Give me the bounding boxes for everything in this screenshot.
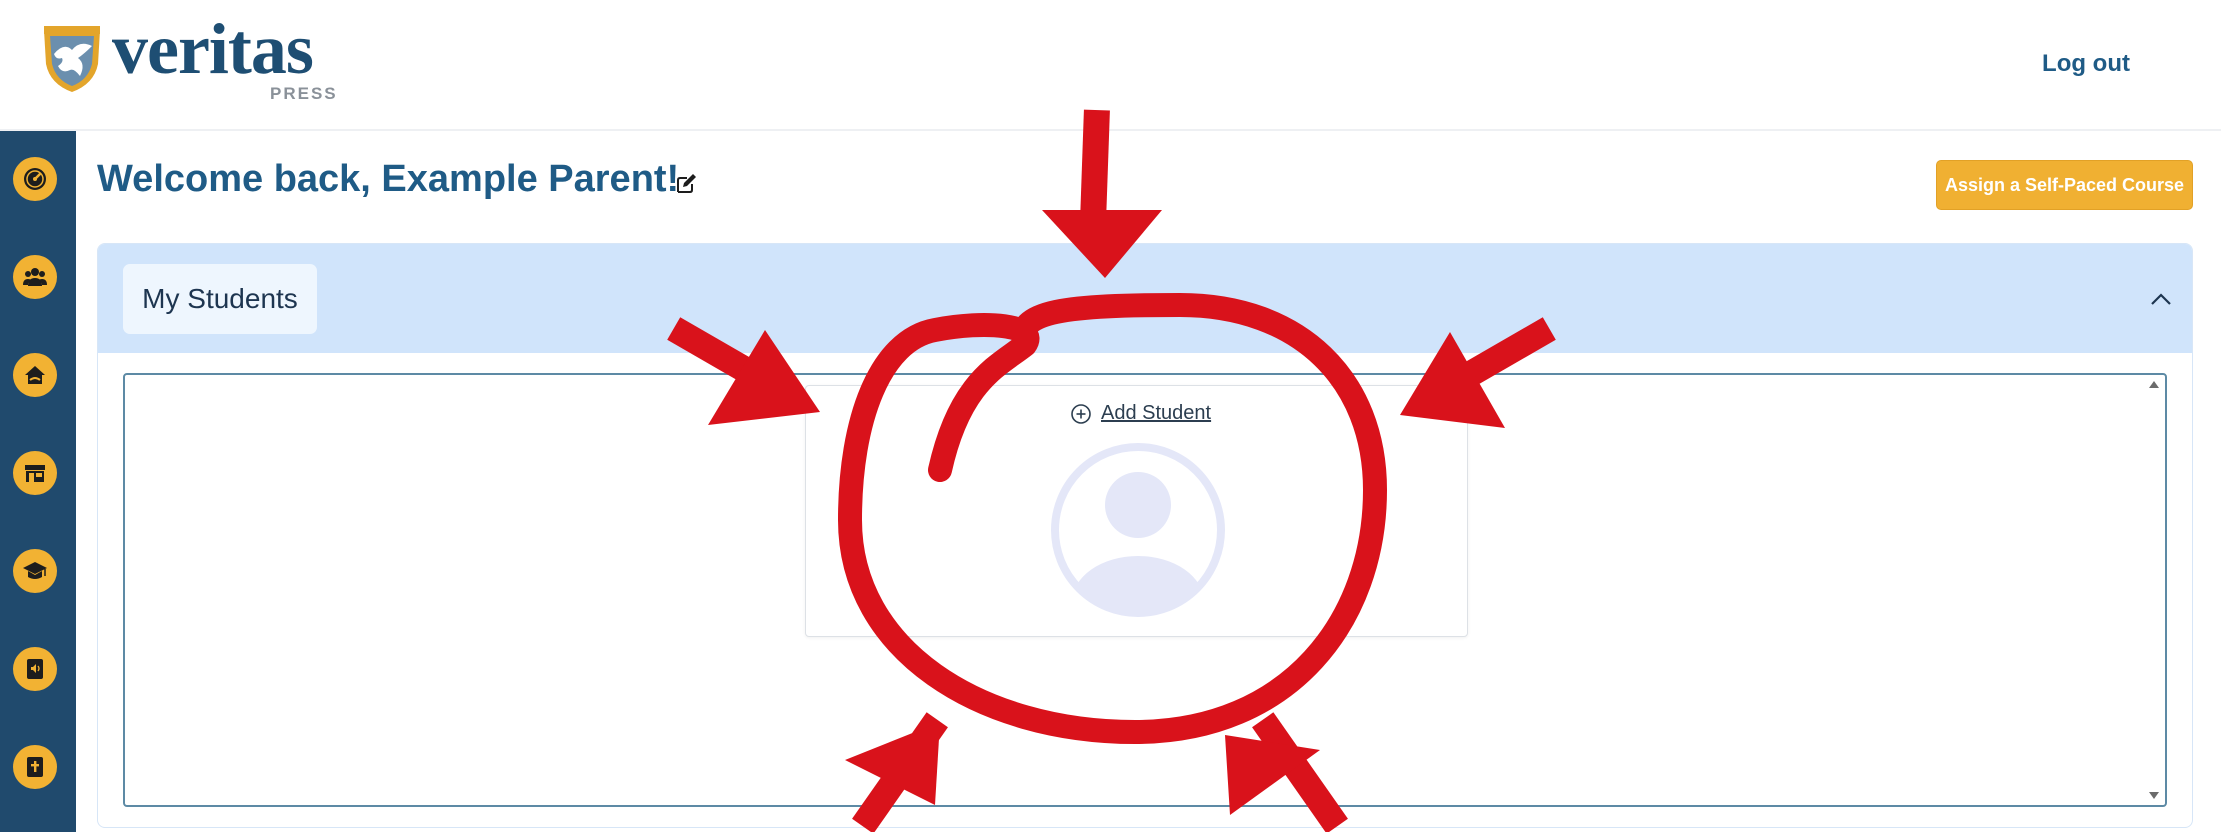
sidebar-item-store[interactable] xyxy=(13,451,57,495)
tab-my-students[interactable]: My Students xyxy=(123,264,317,334)
logout-link[interactable]: Log out xyxy=(2042,50,2130,78)
add-student-link[interactable]: Add Student xyxy=(1070,402,1211,425)
scroll-down-arrow-icon[interactable] xyxy=(2149,792,2159,799)
sidebar-item-courses[interactable] xyxy=(13,549,57,593)
logo-subtext: PRESS xyxy=(270,84,338,103)
shield-logo-icon xyxy=(44,26,100,92)
sidebar-item-dashboard[interactable] xyxy=(13,157,57,201)
plus-circle-icon xyxy=(1071,403,1091,424)
edit-pencil-icon[interactable] xyxy=(674,172,698,196)
veritas-press-logo[interactable]: veritas PRESS xyxy=(40,9,340,110)
home-school-icon xyxy=(25,366,45,384)
audio-book-icon xyxy=(27,659,43,679)
assign-course-button[interactable]: Assign a Self-Paced Course xyxy=(1936,160,2193,210)
app-root: veritas PRESS Log out Welcome back, Exam… xyxy=(0,0,2221,832)
add-student-card: Add Student xyxy=(805,385,1468,637)
add-student-label: Add Student xyxy=(1101,402,1212,424)
sidebar-item-home[interactable] xyxy=(13,353,57,397)
bible-book-icon xyxy=(27,757,43,777)
student-avatar-placeholder-icon xyxy=(1051,443,1225,617)
sidebar-item-students[interactable] xyxy=(13,255,57,299)
sidebar-nav xyxy=(0,131,76,832)
chevron-up-icon[interactable] xyxy=(2146,284,2176,314)
scroll-up-arrow-icon[interactable] xyxy=(2149,381,2159,388)
dashboard-gauge-icon xyxy=(24,168,46,190)
sidebar-item-bible[interactable] xyxy=(13,745,57,789)
panel-header: My Students xyxy=(98,244,2192,353)
top-header: veritas PRESS Log out xyxy=(0,0,2221,131)
users-group-icon xyxy=(23,268,47,286)
page-title: Welcome back, Example Parent! xyxy=(97,158,680,200)
store-icon xyxy=(25,465,45,482)
logo-wordmark: veritas xyxy=(112,9,314,89)
graduation-cap-icon xyxy=(23,562,47,579)
sidebar-item-audio-books[interactable] xyxy=(13,647,57,691)
